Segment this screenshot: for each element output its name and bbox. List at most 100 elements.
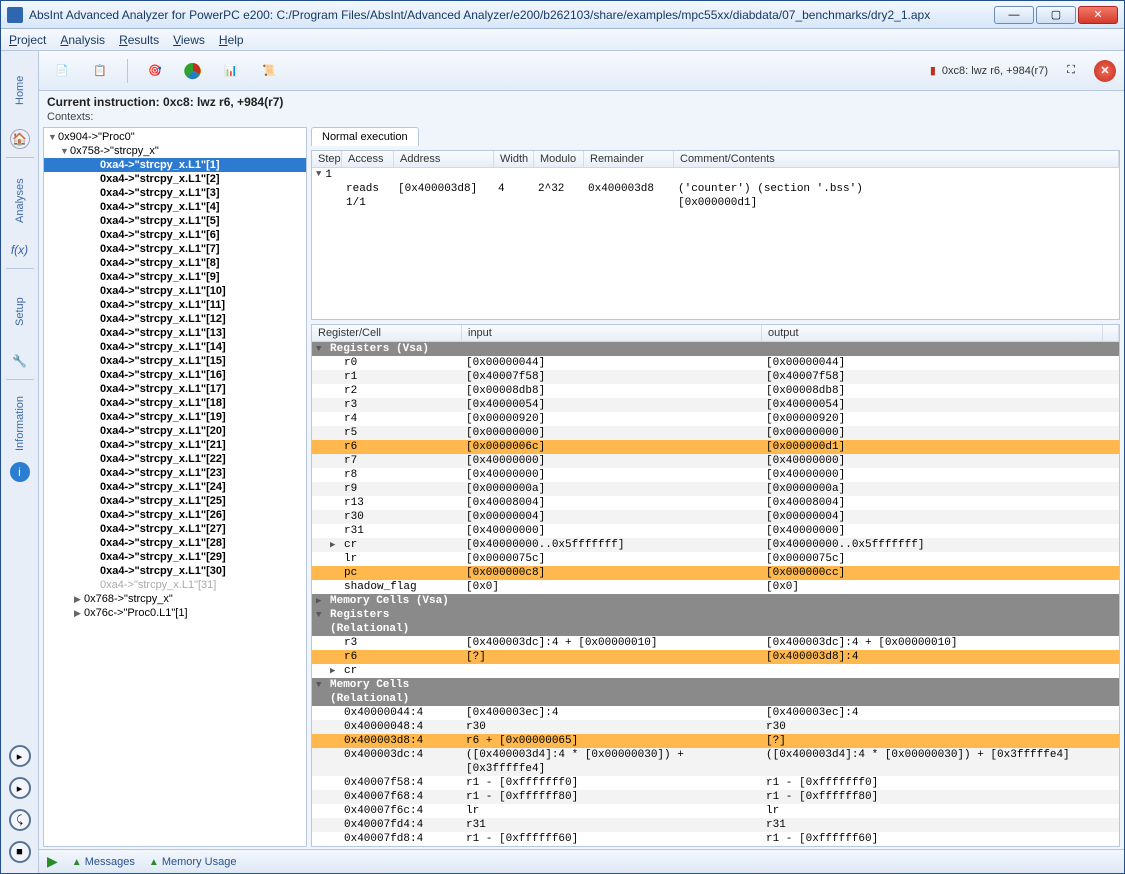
tool-bar-icon[interactable]: 📊 <box>216 56 246 86</box>
menu-analysis[interactable]: Analysis <box>60 33 105 47</box>
maximize-button[interactable]: ▢ <box>1036 6 1076 24</box>
tool-target-icon[interactable]: 🎯 <box>140 56 170 86</box>
register-row[interactable]: r7[0x40000000][0x40000000] <box>312 454 1119 468</box>
tree-leaf[interactable]: 0xa4->"strcpy_x.L1"[5] <box>44 214 306 228</box>
register-section[interactable]: ▼Registers (Relational) <box>312 608 1119 636</box>
tree-leaf[interactable]: 0xa4->"strcpy_x.L1"[11] <box>44 298 306 312</box>
register-section[interactable]: ▼Registers (Vsa) <box>312 342 1119 356</box>
register-row[interactable]: ▶cr <box>312 664 1119 678</box>
register-row[interactable]: r6[?][0x400003d8]:4 <box>312 650 1119 664</box>
register-row[interactable]: r0[0x00000044][0x00000044] <box>312 356 1119 370</box>
tool-list-icon[interactable]: 📋 <box>85 56 115 86</box>
step-over-button[interactable]: ⤹ <box>9 809 31 831</box>
context-tree[interactable]: ▼0x904->"Proc0" ▼0x758->"strcpy_x" 0xa4-… <box>43 127 307 847</box>
tree-leaf[interactable]: 0xa4->"strcpy_x.L1"[27] <box>44 522 306 536</box>
register-row[interactable]: r2[0x00008db8][0x00008db8] <box>312 384 1119 398</box>
menu-views[interactable]: Views <box>173 33 205 47</box>
tree-leaf[interactable]: 0xa4->"strcpy_x.L1"[15] <box>44 354 306 368</box>
register-row[interactable]: ▶cr[0x40000000..0x5fffffff][0x40000000..… <box>312 538 1119 552</box>
register-row[interactable]: r9[0x0000000a][0x0000000a] <box>312 482 1119 496</box>
h-scrollbar[interactable] <box>312 846 1119 847</box>
tree-leaf[interactable]: 0xa4->"strcpy_x.L1"[2] <box>44 172 306 186</box>
tree-leaf[interactable]: 0xa4->"strcpy_x.L1"[17] <box>44 382 306 396</box>
register-row[interactable]: 0x400003d8:4r6 + [0x00000065][?] <box>312 734 1119 748</box>
register-row[interactable]: r1[0x40007f58][0x40007f58] <box>312 370 1119 384</box>
step-button[interactable]: ▸ <box>9 777 31 799</box>
status-memory[interactable]: ▲ Memory Usage <box>149 856 237 868</box>
fx-icon[interactable]: f(x) <box>10 240 30 260</box>
register-row[interactable]: 0x400003dc:4([0x400003d4]:4 * [0x0000003… <box>312 748 1119 776</box>
register-row[interactable]: 0x40007fd4:4r31r31 <box>312 818 1119 832</box>
tree-leaf[interactable]: 0xa4->"strcpy_x.L1"[19] <box>44 410 306 424</box>
register-row[interactable]: pc[0x000000c8][0x000000cc] <box>312 566 1119 580</box>
register-row[interactable]: r3[0x40000054][0x40000054] <box>312 398 1119 412</box>
tree-leaf[interactable]: 0xa4->"strcpy_x.L1"[13] <box>44 326 306 340</box>
tree-leaf[interactable]: 0xa4->"strcpy_x.L1"[4] <box>44 200 306 214</box>
tree-leaf[interactable]: 0xa4->"strcpy_x.L1"[7] <box>44 242 306 256</box>
tool-script-icon[interactable]: 📜 <box>254 56 284 86</box>
fullscreen-icon[interactable]: ⛶ <box>1056 56 1086 86</box>
stop-button[interactable]: ■ <box>9 841 31 863</box>
sidetab-home[interactable]: Home <box>4 55 36 125</box>
register-row[interactable]: r30[0x00000004][0x00000004] <box>312 510 1119 524</box>
tree-leaf[interactable]: 0xa4->"strcpy_x.L1"[26] <box>44 508 306 522</box>
tree-leaf[interactable]: 0xa4->"strcpy_x.L1"[14] <box>44 340 306 354</box>
tree-leaf[interactable]: 0xa4->"strcpy_x.L1"[6] <box>44 228 306 242</box>
tree-leaf[interactable]: 0xa4->"strcpy_x.L1"[21] <box>44 438 306 452</box>
register-section[interactable]: ▼Memory Cells (Relational) <box>312 678 1119 706</box>
menu-project[interactable]: PProjectroject <box>9 33 46 47</box>
status-messages[interactable]: ▲ Messages <box>72 856 135 868</box>
tree-root[interactable]: ▼0x904->"Proc0" <box>44 130 306 144</box>
tree-leaf[interactable]: 0xa4->"strcpy_x.L1"[18] <box>44 396 306 410</box>
tree-leaf[interactable]: 0xa4->"strcpy_x.L1"[16] <box>44 368 306 382</box>
tree-leaf[interactable]: 0xa4->"strcpy_x.L1"[20] <box>44 424 306 438</box>
register-row[interactable]: 0x40000048:4r30r30 <box>312 720 1119 734</box>
close-window-button[interactable]: ✕ <box>1078 6 1118 24</box>
register-row[interactable]: 0x40007fd8:4r1 - [0xffffff60]r1 - [0xfff… <box>312 832 1119 846</box>
tree-leaf-dim[interactable]: 0xa4->"strcpy_x.L1"[31] <box>44 578 306 592</box>
register-row[interactable]: r31[0x40000000][0x40000000] <box>312 524 1119 538</box>
tree-leaf[interactable]: 0xa4->"strcpy_x.L1"[28] <box>44 536 306 550</box>
tree-leaf[interactable]: 0xa4->"strcpy_x.L1"[24] <box>44 480 306 494</box>
register-row[interactable]: r13[0x40008004][0x40008004] <box>312 496 1119 510</box>
tool-tree-icon[interactable]: 📄 <box>47 56 77 86</box>
register-section[interactable]: ▶Memory Cells (Vsa) <box>312 594 1119 608</box>
tree-node[interactable]: ▶0x76c->"Proc0.L1"[1] <box>44 606 306 620</box>
tree-leaf[interactable]: 0xa4->"strcpy_x.L1"[23] <box>44 466 306 480</box>
sidetab-analyses[interactable]: Analyses <box>4 166 36 236</box>
tree-leaf[interactable]: 0xa4->"strcpy_x.L1"[30] <box>44 564 306 578</box>
step-pane[interactable]: StepAccess AddressWidth ModuloRemainder … <box>311 150 1120 320</box>
register-row[interactable]: lr[0x0000075c][0x0000075c] <box>312 552 1119 566</box>
tree-leaf[interactable]: 0xa4->"strcpy_x.L1"[29] <box>44 550 306 564</box>
tree-leaf[interactable]: 0xa4->"strcpy_x.L1"[3] <box>44 186 306 200</box>
register-row[interactable]: r4[0x00000920][0x00000920] <box>312 412 1119 426</box>
register-row[interactable]: 0x40007f68:4r1 - [0xffffff80]r1 - [0xfff… <box>312 790 1119 804</box>
menu-results[interactable]: Results <box>119 33 159 47</box>
tree-leaf[interactable]: 0xa4->"strcpy_x.L1"[1] <box>44 158 306 172</box>
register-row[interactable]: 0x40007f58:4r1 - [0xfffffff0]r1 - [0xfff… <box>312 776 1119 790</box>
play-button[interactable]: ▸ <box>9 745 31 767</box>
register-row[interactable]: r3[0x400003dc]:4 + [0x00000010][0x400003… <box>312 636 1119 650</box>
tree-leaf[interactable]: 0xa4->"strcpy_x.L1"[12] <box>44 312 306 326</box>
register-pane[interactable]: Register/Cell input output ▼Registers (V… <box>311 324 1120 847</box>
register-row[interactable]: 0x40007f6c:4lrlr <box>312 804 1119 818</box>
minimize-button[interactable]: — <box>994 6 1034 24</box>
tree-leaf[interactable]: 0xa4->"strcpy_x.L1"[25] <box>44 494 306 508</box>
tab-normal-execution[interactable]: Normal execution <box>311 127 419 146</box>
tree-leaf[interactable]: 0xa4->"strcpy_x.L1"[10] <box>44 284 306 298</box>
tree-node[interactable]: ▼0x758->"strcpy_x" <box>44 144 306 158</box>
register-row[interactable]: r8[0x40000000][0x40000000] <box>312 468 1119 482</box>
step-row[interactable]: ▼1 <box>312 168 1119 182</box>
tree-leaf[interactable]: 0xa4->"strcpy_x.L1"[9] <box>44 270 306 284</box>
register-row[interactable]: shadow_flag[0x0][0x0] <box>312 580 1119 594</box>
register-row[interactable]: r5[0x00000000][0x00000000] <box>312 426 1119 440</box>
register-row[interactable]: 0x40000044:4[0x400003ec]:4[0x400003ec]:4 <box>312 706 1119 720</box>
run-icon[interactable]: ▶ <box>47 853 58 870</box>
tree-node[interactable]: ▶0x768->"strcpy_x" <box>44 592 306 606</box>
tree-leaf[interactable]: 0xa4->"strcpy_x.L1"[22] <box>44 452 306 466</box>
sidetab-setup[interactable]: Setup <box>4 277 36 347</box>
menu-help[interactable]: Help <box>219 33 244 47</box>
tree-leaf[interactable]: 0xa4->"strcpy_x.L1"[8] <box>44 256 306 270</box>
register-row[interactable]: r6[0x0000006c][0x000000d1] <box>312 440 1119 454</box>
tool-pie-icon[interactable] <box>178 56 208 86</box>
